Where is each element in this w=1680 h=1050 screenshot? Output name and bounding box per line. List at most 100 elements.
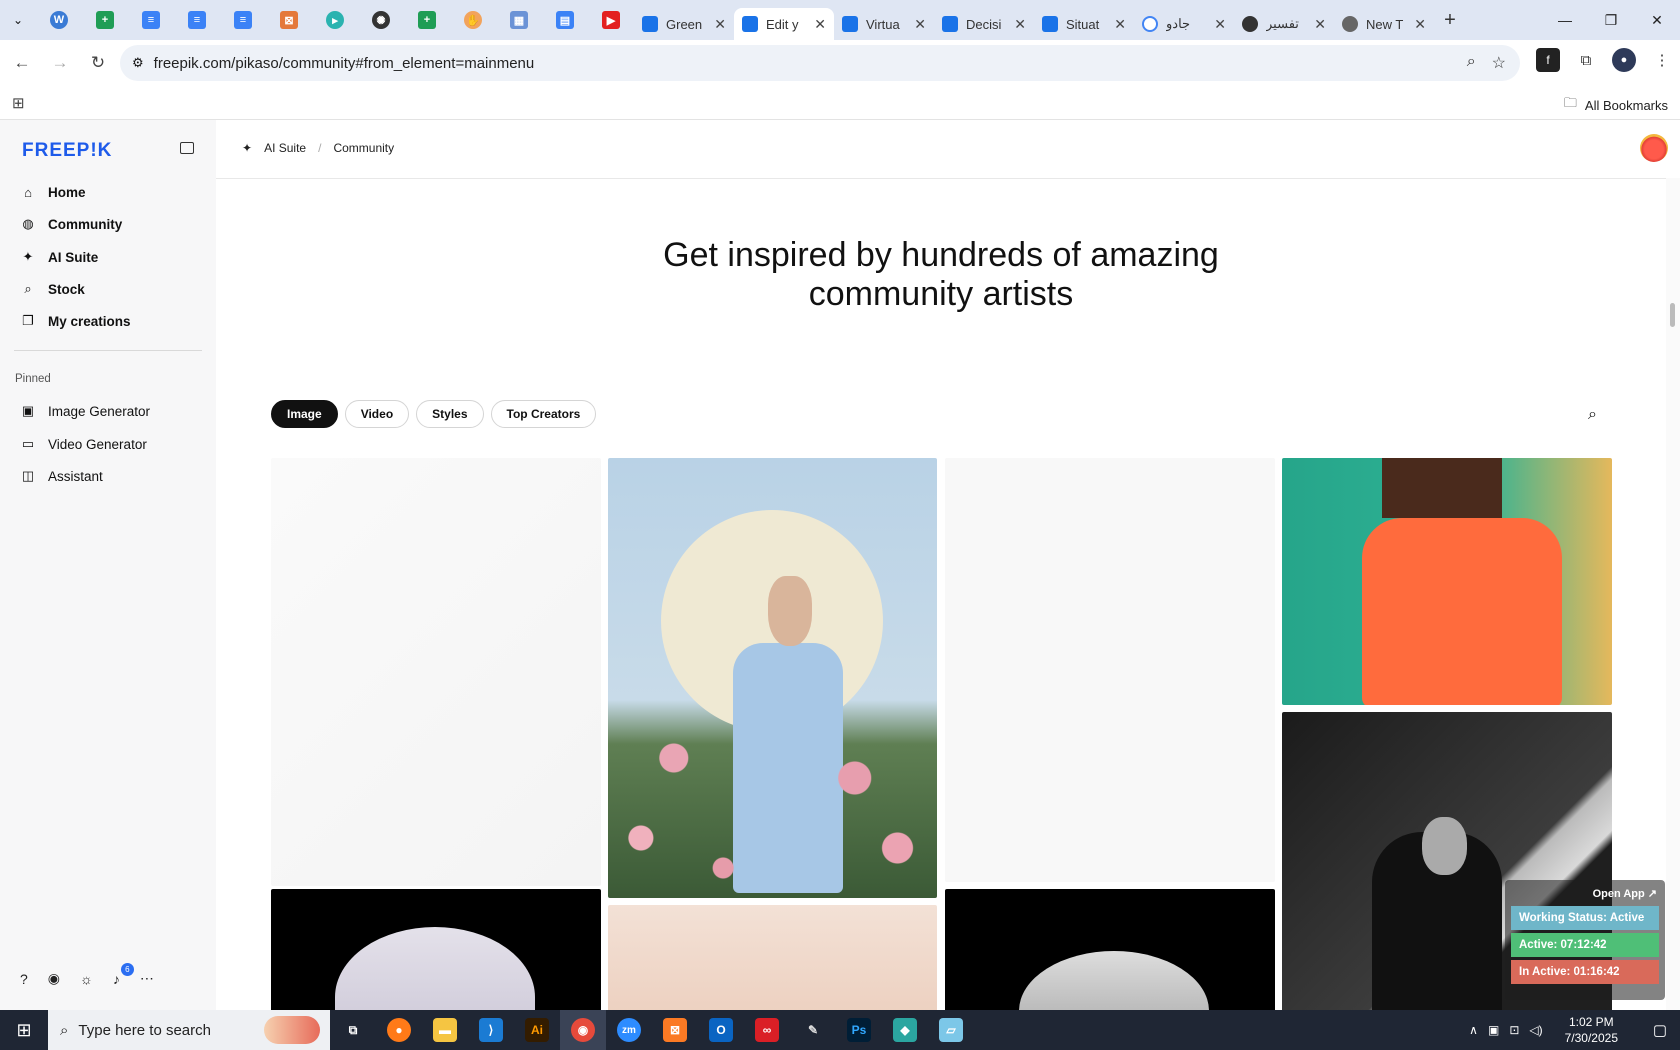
sidebar-item-video-generator[interactable]: ▭ Video Generator [20, 432, 147, 456]
gallery-search-icon[interactable]: ⌕ [1588, 406, 1597, 424]
task-view-icon[interactable]: ⧉ [330, 1010, 376, 1050]
filter-video[interactable]: Video [344, 400, 410, 428]
tray-chevron-icon[interactable]: ∧ [1469, 1023, 1478, 1037]
restore-icon[interactable]: ❐ [1588, 0, 1634, 40]
more-dots-icon[interactable]: ⋯ [140, 970, 154, 987]
filter-styles[interactable]: Styles [416, 400, 484, 428]
all-bookmarks[interactable]: 🗀 All Bookmarks [1564, 94, 1668, 116]
sidebar-collapse-icon[interactable] [180, 142, 194, 154]
menu-dots-icon[interactable]: ⋮ [1650, 48, 1674, 72]
app-notes-icon[interactable]: ▱ [928, 1010, 974, 1050]
close-icon[interactable]: ✕ [814, 16, 826, 33]
sidebar-item-community[interactable]: ◍ Community [20, 212, 122, 236]
gallery-image-placeholder[interactable] [271, 458, 601, 886]
pen-tool-icon[interactable]: ✎ [790, 1010, 836, 1050]
freepik-logo[interactable]: FREEP!K [22, 140, 112, 162]
action-center-icon[interactable]: ▢ [1640, 1021, 1680, 1039]
gallery-image[interactable] [1282, 458, 1612, 705]
filter-image[interactable]: Image [271, 400, 338, 428]
sidebar-item-ai-suite[interactable]: ✦ AI Suite [20, 245, 99, 269]
close-icon[interactable]: ✕ [1414, 16, 1426, 33]
extension-f-icon[interactable]: f [1536, 48, 1560, 72]
pinned-tab[interactable]: ≡ [220, 0, 266, 40]
scrollbar-thumb[interactable] [1670, 303, 1675, 327]
extensions-puzzle-icon[interactable]: ⧉ [1574, 48, 1598, 72]
sidebar-item-assistant[interactable]: ◫ Assistant [20, 464, 103, 488]
url-text[interactable]: freepik.com/pikaso/community#from_elemen… [154, 55, 535, 72]
pinned-tab[interactable]: ✋ [450, 0, 496, 40]
pinned-tab[interactable]: + [82, 0, 128, 40]
filter-top-creators[interactable]: Top Creators [490, 400, 597, 428]
pinned-tab[interactable]: + [404, 0, 450, 40]
breadcrumb-ai-suite[interactable]: AI Suite [264, 141, 306, 155]
gallery-image[interactable] [271, 889, 601, 1010]
pinned-tab[interactable]: ≡ [128, 0, 174, 40]
help-icon[interactable]: ? [20, 971, 28, 987]
gallery-image[interactable] [608, 905, 937, 1010]
windows-start-icon[interactable]: ⊞ [0, 1010, 48, 1050]
pinned-tab[interactable]: ⊠ [266, 0, 312, 40]
chrome-icon[interactable]: ◉ [560, 1010, 606, 1050]
tab-new[interactable]: New T ✕ [1334, 8, 1434, 40]
sidebar-item-home[interactable]: ⌂ Home [20, 180, 85, 204]
tab-virtual[interactable]: Virtua ✕ [834, 8, 934, 40]
creative-cloud-icon[interactable]: ∞ [744, 1010, 790, 1050]
page-scrollbar[interactable] [1666, 178, 1680, 1010]
user-avatar[interactable] [1640, 134, 1668, 162]
tab-decision[interactable]: Decisi ✕ [934, 8, 1034, 40]
firefox-icon[interactable]: ● [376, 1010, 422, 1050]
outlook-icon[interactable]: O [698, 1010, 744, 1050]
close-icon[interactable]: ✕ [714, 16, 726, 33]
pinned-tab[interactable]: ▸ [312, 0, 358, 40]
close-icon[interactable]: ✕ [914, 16, 926, 33]
tab-google[interactable]: جادو ✕ [1134, 8, 1234, 40]
app-diamond-icon[interactable]: ◆ [882, 1010, 928, 1050]
close-icon[interactable]: ✕ [1014, 16, 1026, 33]
pinned-tab[interactable]: W [36, 0, 82, 40]
back-icon[interactable]: ← [6, 47, 38, 79]
photoshop-icon[interactable]: Ps [836, 1010, 882, 1050]
gallery-image-placeholder[interactable] [945, 458, 1275, 882]
tab-green[interactable]: Green ✕ [634, 8, 734, 40]
open-app-link[interactable]: Open App ↗ [1509, 884, 1661, 903]
illustrator-icon[interactable]: Ai [514, 1010, 560, 1050]
xampp-icon[interactable]: ⊠ [652, 1010, 698, 1050]
close-window-icon[interactable]: ✕ [1634, 0, 1680, 40]
discord-icon[interactable]: ◉ [48, 970, 60, 987]
tab-search-chevron-icon[interactable]: ⌄ [0, 0, 36, 40]
tab-tafsir[interactable]: تفسير ✕ [1234, 8, 1334, 40]
volume-icon[interactable]: ◁) [1529, 1023, 1542, 1037]
new-tab-button[interactable]: + [1434, 9, 1466, 32]
tab-edit[interactable]: Edit y ✕ [734, 8, 834, 40]
theme-sun-icon[interactable]: ☼ [80, 971, 93, 987]
profile-avatar[interactable]: ● [1612, 48, 1636, 72]
tab-situation[interactable]: Situat ✕ [1034, 8, 1134, 40]
notifications-bell-icon[interactable]: ♪ 6 [113, 962, 134, 987]
bookmark-star-icon[interactable]: ☆ [1492, 53, 1506, 73]
tray-app-icon[interactable]: ▣ [1488, 1023, 1499, 1037]
close-icon[interactable]: ✕ [1314, 16, 1326, 33]
address-bar[interactable]: ⚙ freepik.com/pikaso/community#from_elem… [120, 45, 1520, 81]
apps-grid-icon[interactable]: ⊞ [12, 94, 25, 112]
pinned-tab[interactable]: ▶ [588, 0, 634, 40]
close-icon[interactable]: ✕ [1114, 16, 1126, 33]
zoom-icon[interactable]: zm [606, 1010, 652, 1050]
taskbar-clock[interactable]: 1:02 PM 7/30/2025 [1565, 1014, 1618, 1046]
sidebar-item-stock[interactable]: ⌕ Stock [20, 277, 84, 301]
forward-icon[interactable]: → [44, 47, 76, 79]
gallery-image[interactable] [608, 458, 937, 898]
pinned-tab[interactable]: ▦ [496, 0, 542, 40]
file-explorer-icon[interactable]: ▬ [422, 1010, 468, 1050]
site-info-icon[interactable]: ⚙ [132, 55, 144, 71]
pinned-tab[interactable]: ✺ [358, 0, 404, 40]
reload-icon[interactable]: ↻ [82, 47, 114, 79]
pinned-tab[interactable]: ≡ [174, 0, 220, 40]
zoom-icon[interactable]: ⌕ [1467, 53, 1476, 73]
network-icon[interactable]: ⊡ [1509, 1023, 1519, 1037]
gallery-image[interactable] [945, 889, 1275, 1010]
minimize-icon[interactable]: — [1542, 0, 1588, 40]
pinned-tab[interactable]: ▤ [542, 0, 588, 40]
vscode-icon[interactable]: ⟩ [468, 1010, 514, 1050]
close-icon[interactable]: ✕ [1214, 16, 1226, 33]
sidebar-item-my-creations[interactable]: ❐ My creations [20, 309, 130, 333]
